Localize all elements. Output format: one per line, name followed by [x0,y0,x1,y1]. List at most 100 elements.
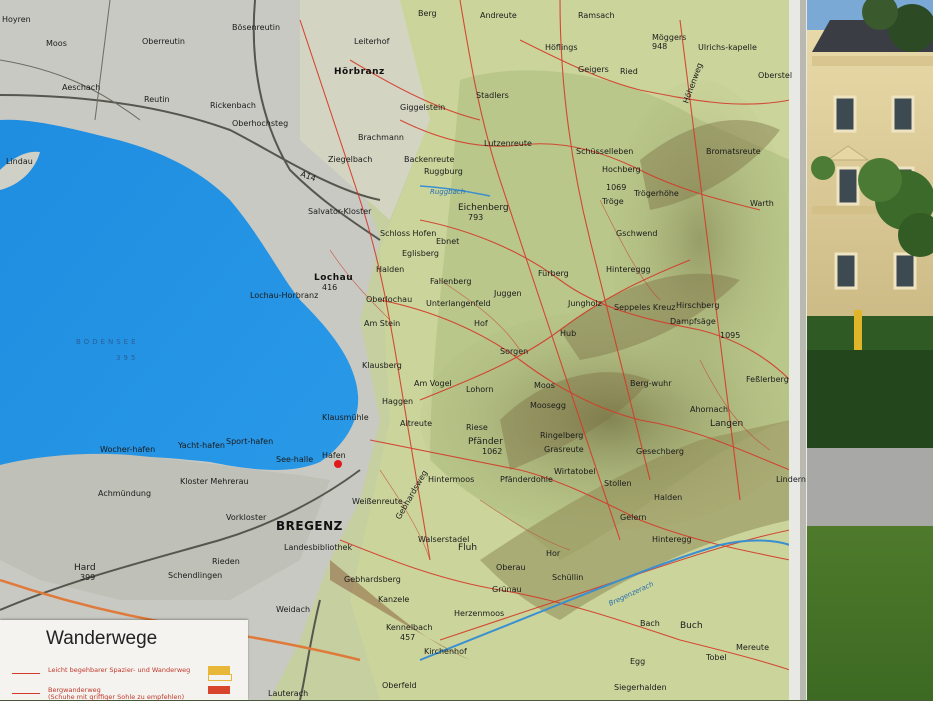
place-label: Schloss Hofen [380,229,436,238]
place-label: Wirtatobel [554,467,596,476]
place-label: Seppeles Kreuz [614,303,675,312]
place-label: Egg [630,657,645,666]
place-label: Hof [474,319,488,328]
place-label: Warth [750,199,774,208]
legend-swatch [208,666,230,674]
place-label: Stollen [604,479,632,488]
place-label: Ried [620,67,638,76]
place-label: Lohorn [466,385,493,394]
place-label: Am Stein [364,319,400,328]
place-label: Feßlerberg [746,375,789,384]
trail-line-symbol [12,693,40,694]
place-label: Hor [546,549,561,558]
place-label: Oberlochau [366,295,412,304]
place-label: 457 [400,633,415,642]
place-label: Salvator-Kloster [308,207,372,216]
photo-scene: Hoyren Moos Oberreutin Bösenreutin Aesch… [0,0,933,700]
place-label: Jungholz [567,299,602,308]
place-label: Am Vogel [414,379,452,388]
place-label: 416 [322,283,337,292]
place-label: Halden [376,265,404,274]
legend-swatch [208,686,230,694]
place-label: Herzenmoos [454,609,504,618]
trail-line-symbol [12,673,40,674]
place-label: Halden [654,493,682,502]
place-label: Moos [534,381,555,390]
place-label: Mereute [736,643,769,652]
place-label: Gelern [620,513,646,522]
place-label: Rieden [212,557,240,566]
place-label: Hub [560,329,576,338]
place-label: Hirschberg [676,301,719,310]
place-label: Höflings [545,43,578,52]
place-label: Kennelbach [386,623,433,632]
legend-swatch-lower [208,674,232,681]
legend-title: Wanderwege [46,628,158,649]
place-label: Ramsach [578,11,615,20]
place-label: Hintermoos [428,475,474,484]
place-label: Hard [74,563,96,573]
place-label: Sorgen [500,347,528,356]
place-label: Gebhardsberg [344,575,401,584]
place-label: Möggers [652,33,686,42]
place-label: Schüllin [552,573,583,582]
place-label: Ruggburg [424,167,463,176]
place-label: Berg [418,9,437,18]
place-label: Oberreutin [142,37,185,46]
place-label: Lochau [314,273,353,283]
location-marker [334,460,342,468]
place-label: Aeschach [62,83,100,92]
lake-name: BODENSEE [76,338,139,346]
place-label: Hafen [322,451,346,460]
place-label: Reutin [144,95,170,104]
yellow-post [854,310,862,350]
place-label: Gschwend [616,229,657,238]
place-label: Langen [710,419,743,429]
place-label: Oberstel [758,71,792,80]
place-label: Oberau [496,563,526,572]
place-label: 793 [468,213,483,222]
place-label: Lochau-Horbranz [250,291,318,300]
place-label: Lutzenreute [484,139,532,148]
place-label: Dampfsäge [670,317,716,326]
place-label: Klausberg [362,361,402,370]
place-label: Yacht-hafen [177,441,225,450]
place-label: Moos [46,39,67,48]
place-label: Stadlers [476,91,509,100]
place-label: Siegerhalden [614,683,667,692]
legend-panel: Wanderwege Leicht begehbarer Spazier- un… [0,620,248,701]
place-label: Hoyren [2,15,31,24]
place-label: 1062 [482,447,502,456]
place-label: 1069 [606,183,626,192]
legend-row-mountain-trail: Bergwanderweg (Schuhe mit griffiger Sohl… [12,686,238,701]
place-label: Kirchenhof [424,647,467,656]
place-label: Buch [680,621,703,631]
place-label: Pfänderdohle [500,475,553,484]
place-label: 399 [80,573,95,582]
place-label: Trögerhöhe [633,189,679,198]
place-label: Oberhochsteg [232,119,288,128]
place-label: Fürberg [538,269,569,278]
place-label: Lindern [776,475,806,484]
place-label: Ebnet [436,237,459,246]
place-label: Vorkloster [226,513,267,522]
place-label: Hochberg [602,165,641,174]
place-label: Wocher-hafen [100,445,155,454]
place-label: Kanzele [378,595,409,604]
place-label: Juggen [493,289,522,298]
place-label: Fallenberg [430,277,471,286]
place-label: Schüsselleben [576,147,633,156]
place-label: BREGENZ [276,519,343,533]
place-label: Berg-wuhr [630,379,672,388]
place-label: Rickenbach [210,101,256,110]
place-label: Weidach [276,605,310,614]
place-label: Backenreute [404,155,454,164]
place-label: Bromatsreute [706,147,761,156]
place-label: Altreute [400,419,432,428]
place-label: Hörbranz [334,67,385,77]
place-label: Eichenberg [458,203,509,213]
place-label: Brachmann [358,133,404,142]
place-label: Klausmühle [322,413,369,422]
place-label: Grünau [492,585,522,594]
place-label: Weißenreute [352,497,403,506]
